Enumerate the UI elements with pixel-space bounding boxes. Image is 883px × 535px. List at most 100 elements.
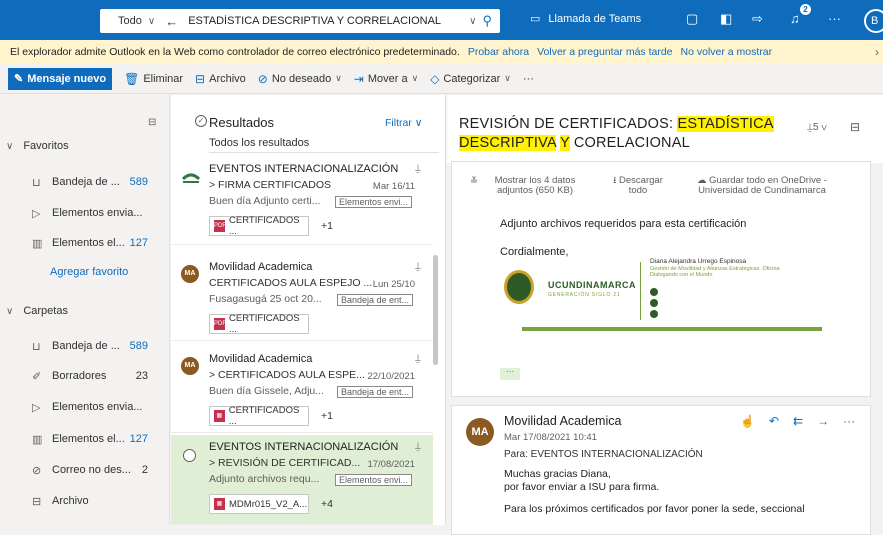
sidebar-item-inbox[interactable]: ⊔ Bandeja de ... 589 (0, 171, 170, 193)
more-attachments: +1 (321, 220, 333, 232)
unread-count: 589 (129, 176, 148, 188)
search-scope[interactable]: Todo (100, 15, 148, 27)
forward-icon[interactable]: → (817, 414, 829, 428)
chevron-down-icon[interactable]: ∨ (148, 16, 155, 27)
show-more-button[interactable]: ··· (500, 368, 520, 380)
phone-icon (650, 299, 658, 307)
sidebar-item-label: Bandeja de ... (52, 176, 120, 188)
avatar: MA (181, 265, 199, 283)
download-all-label: Descargar todo (619, 175, 663, 196)
try-now-link[interactable]: Probar ahora (468, 46, 529, 58)
paperclip-icon: ⍊ (415, 163, 421, 174)
collapse-pane-icon[interactable]: ⊟ (148, 117, 156, 128)
sender-name: Movilidad Academica (504, 414, 622, 428)
add-favorite-link[interactable]: Agregar favorito (50, 266, 128, 278)
list-item[interactable]: EVENTOS INTERNACIONALIZACIÓN ⍊ > REVISIÓ… (171, 435, 433, 525)
sidebar-item-drafts[interactable]: ✐ Borradores 23 (0, 365, 170, 387)
sidebar-item-deleted[interactable]: ▥ Elementos el... 127 (0, 232, 170, 254)
avatar[interactable]: B (864, 9, 883, 33)
junk-button[interactable]: ⊘ No deseado ∨ (258, 72, 342, 86)
draft-count: 23 (135, 370, 148, 382)
sidebar-item-junk[interactable]: ⊘ Correo no des... 2 (0, 459, 170, 481)
download-all-link[interactable]: ⭳ Descargar todo (610, 176, 666, 196)
info-bar: El explorador admite Outlook en la Web c… (0, 40, 883, 64)
chevrons-down-icon[interactable]: ≚ (470, 176, 478, 187)
list-item[interactable]: MA Movilidad Academica ⍊ > CERTIFICADOS … (171, 345, 433, 433)
categorize-button[interactable]: ◇ Categorizar ∨ (430, 72, 511, 86)
folder-tag: Bandeja de ent... (337, 294, 414, 306)
filter-button[interactable]: Filtrar ∨ (385, 117, 422, 129)
body-text: Adjunto archivos requeridos para esta ce… (500, 218, 747, 230)
delete-button[interactable]: 🗑 Eliminar (124, 72, 183, 86)
archive-button[interactable]: ⊟ Archivo (195, 72, 246, 86)
save-onedrive-label: Guardar todo en OneDrive - Universidad d… (698, 175, 827, 196)
sidebar-item-label: Bandeja de ... (52, 340, 120, 352)
top-bar: Todo ∨ ← ESTADÍSTICA DESCRIPTIVA Y CORRE… (0, 0, 883, 40)
notification-badge: 2 (800, 4, 811, 15)
paperclip-icon: ⍊ (415, 441, 421, 452)
avatar: MA (466, 418, 494, 446)
ask-later-link[interactable]: Volver a preguntar más tarde (537, 46, 672, 58)
calendar-icon[interactable]: ◧ (720, 11, 732, 27)
chevron-right-icon[interactable]: › (875, 45, 879, 59)
chevron-down-icon: ∨ (335, 73, 342, 83)
message-card: MA Movilidad Academica Mar 17/08/2021 10… (451, 405, 871, 535)
reply-icon[interactable]: ↶ (769, 414, 779, 428)
attachment-chip[interactable]: ▦ MDMr015_V2_A... (209, 494, 309, 514)
attachment-chip[interactable]: ▦ CERTIFICADOS ... (209, 405, 309, 427)
sender-name: Movilidad Academica (209, 261, 313, 273)
folder-tag: Elementos envi... (335, 196, 413, 208)
archive-icon: ⊟ (195, 71, 206, 86)
unread-count: 127 (129, 237, 148, 249)
list-title: Resultados (209, 115, 275, 130)
message-card: ≚ Mostrar los 4 datos adjuntos (650 KB) … (451, 161, 871, 397)
sidebar-item-sent[interactable]: ▷ Elementos envia... (0, 202, 170, 224)
more-commands-button[interactable]: ··· (523, 73, 534, 85)
select-radio[interactable] (183, 449, 196, 462)
search-icon[interactable]: ⚲ (482, 13, 492, 29)
favorites-label: Favoritos (23, 140, 69, 152)
email-signature: UCUNDINAMARCA GENERACIÓN SIGLO 21 Diana … (500, 254, 862, 364)
attachment-chip[interactable]: PDF CERTIFICADOS ... (209, 313, 309, 335)
list-item[interactable]: MA Movilidad Academica ⍊ CERTIFICADOS AU… (171, 253, 433, 341)
list-item[interactable]: EVENTOS INTERNACIONALIZACIÓN ⍊ > FIRMA C… (171, 157, 433, 245)
chat-icon[interactable]: ▢ (686, 11, 698, 27)
signature-org-sub: GENERACIÓN SIGLO 21 (548, 292, 621, 298)
sidebar-item-deleted[interactable]: ▥ Elementos el... 127 (0, 428, 170, 450)
message-date: Mar 16/11 (372, 181, 415, 192)
back-arrow-icon[interactable]: ← (165, 14, 178, 29)
paperclip-icon: ⍊ (415, 261, 421, 272)
save-onedrive-link[interactable]: ☁ Guardar todo en OneDrive - Universidad… (692, 176, 832, 196)
folder-tag: Elementos envi... (335, 474, 413, 486)
move-to-button[interactable]: ⇥ Mover a ∨ (354, 72, 418, 86)
chevron-down-icon[interactable]: ∨ (469, 16, 476, 27)
search-input[interactable]: ESTADÍSTICA DESCRIPTIVA Y CORRELACIONAL (188, 15, 463, 27)
share-icon[interactable]: ⇨ (752, 11, 763, 27)
sidebar-item-inbox[interactable]: ⊔ Bandeja de ... 589 (0, 335, 170, 357)
reading-pane-icon[interactable]: ⊟ (850, 120, 860, 134)
like-icon[interactable]: ☝ (740, 414, 755, 428)
search-box[interactable]: Todo ∨ ← ESTADÍSTICA DESCRIPTIVA Y CORRE… (100, 9, 500, 33)
file-icon: ▦ (214, 410, 225, 422)
reply-all-icon[interactable]: ⇇ (793, 414, 803, 428)
favorites-header[interactable]: ∨ Favoritos (0, 135, 170, 157)
list-scrollbar[interactable] (433, 255, 438, 365)
never-show-link[interactable]: No volver a mostrar (681, 46, 773, 58)
new-message-button[interactable]: ✎ Mensaje nuevo (8, 67, 113, 90)
folders-header[interactable]: ∨ Carpetas (0, 300, 170, 322)
archive-icon: ⊟ (32, 495, 42, 508)
attachment-chip[interactable]: PDF CERTIFICADOS ... (209, 215, 309, 237)
conversation-title: REVISIÓN DE CERTIFICADOS: ESTADÍSTICA DES… (459, 115, 789, 153)
pdf-icon: PDF (214, 220, 226, 232)
sidebar-item-sent[interactable]: ▷ Elementos envia... (0, 396, 170, 418)
sidebar-item-archive[interactable]: ⊟ Archivo (0, 490, 170, 512)
list-header: ✓ Resultados Filtrar ∨ Todos los resulta… (171, 95, 445, 149)
bell-icon[interactable]: ♫ (790, 11, 800, 26)
attachment-actions: ≚ Mostrar los 4 datos adjuntos (650 KB) … (470, 176, 860, 196)
select-all-checkbox[interactable]: ✓ (195, 115, 207, 127)
thread-count[interactable]: ⍊5 ∨ (807, 122, 827, 133)
teams-call-button[interactable]: ▭ Llamada de Teams (530, 12, 641, 26)
more-icon[interactable]: ··· (828, 11, 841, 26)
show-attachments-link[interactable]: Mostrar los 4 datos adjuntos (650 KB) (490, 176, 580, 196)
more-icon[interactable]: ··· (843, 414, 855, 428)
